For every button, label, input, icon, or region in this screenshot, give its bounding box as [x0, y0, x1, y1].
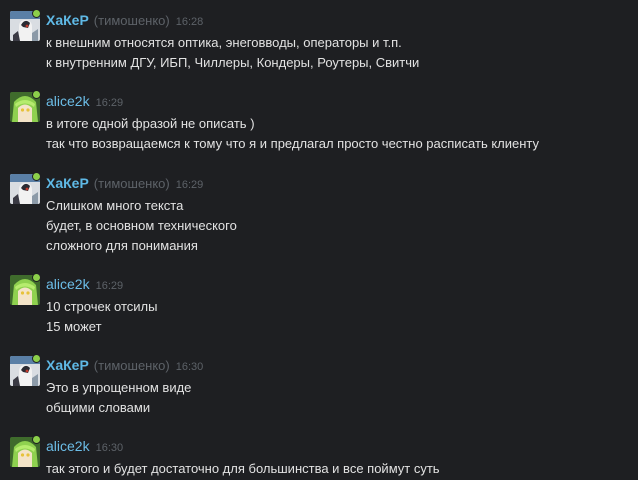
message-body: в итоге одной фразой не описать ) так чт…	[46, 114, 539, 154]
author-name[interactable]: ХаКеР	[46, 12, 89, 28]
message-line: сложного для понимания	[46, 238, 198, 253]
online-status-icon	[32, 172, 41, 181]
message-line: будет, в основном технического	[46, 218, 237, 233]
author-name[interactable]: alice2k	[46, 438, 90, 454]
author-name[interactable]: ХаКеР	[46, 357, 89, 373]
author-nickname: (тимошенко)	[93, 13, 170, 28]
message-header: alice2k 16:29	[46, 275, 123, 293]
message-header: alice2k 16:30	[46, 437, 123, 455]
message-line: общими словами	[46, 400, 151, 415]
message-body: Слишком много текста будет, в основном т…	[46, 196, 237, 256]
message-line: Это в упрощенном виде	[46, 380, 192, 395]
message-timestamp: 16:30	[175, 361, 204, 373]
online-status-icon	[32, 435, 41, 444]
message-line: 10 строчек отсилы	[46, 299, 158, 314]
message-header: ХаКеР (тимошенко) 16:30	[46, 356, 203, 374]
online-status-icon	[32, 354, 41, 363]
chat-log: ХаКеР (тимошенко) 16:28 к внешним относятс…	[0, 0, 638, 480]
message-line: в итоге одной фразой не описать )	[46, 116, 255, 131]
message-header: ХаКеР (тимошенко) 16:29	[46, 174, 203, 192]
message-line: к внутренним ДГУ, ИБП, Чиллеры, Кондеры,…	[46, 55, 420, 70]
online-status-icon	[32, 9, 41, 18]
message-line: так этого и будет достаточно для большин…	[46, 461, 440, 476]
online-status-icon	[32, 90, 41, 99]
message-header: ХаКеР (тимошенко) 16:28	[46, 11, 203, 29]
online-status-icon	[32, 273, 41, 282]
author-name[interactable]: alice2k	[46, 276, 90, 292]
author-nickname: (тимошенко)	[93, 358, 170, 373]
message-timestamp: 16:29	[175, 179, 204, 191]
message-timestamp: 16:29	[95, 97, 124, 109]
message-header: alice2k 16:29	[46, 92, 123, 110]
message-body: к внешним относятся оптика, энеговводы, …	[46, 33, 419, 73]
message-line: к внешним относятся оптика, энеговводы, …	[46, 35, 402, 50]
message-timestamp: 16:30	[95, 442, 124, 454]
message-body: 10 строчек отсилы 15 может	[46, 297, 157, 337]
message-timestamp: 16:29	[95, 280, 124, 292]
author-name[interactable]: alice2k	[46, 93, 90, 109]
author-nickname: (тимошенко)	[93, 176, 170, 191]
message-line: 15 может	[46, 319, 102, 334]
author-name[interactable]: ХаКеР	[46, 175, 89, 191]
message-body: Это в упрощенном виде общими словами	[46, 378, 191, 418]
message-line: так что возвращаемся к тому что я и пред…	[46, 136, 540, 151]
message-timestamp: 16:28	[175, 16, 204, 28]
message-line: Слишком много текста	[46, 198, 184, 213]
message-body: так этого и будет достаточно для большин…	[46, 459, 440, 479]
